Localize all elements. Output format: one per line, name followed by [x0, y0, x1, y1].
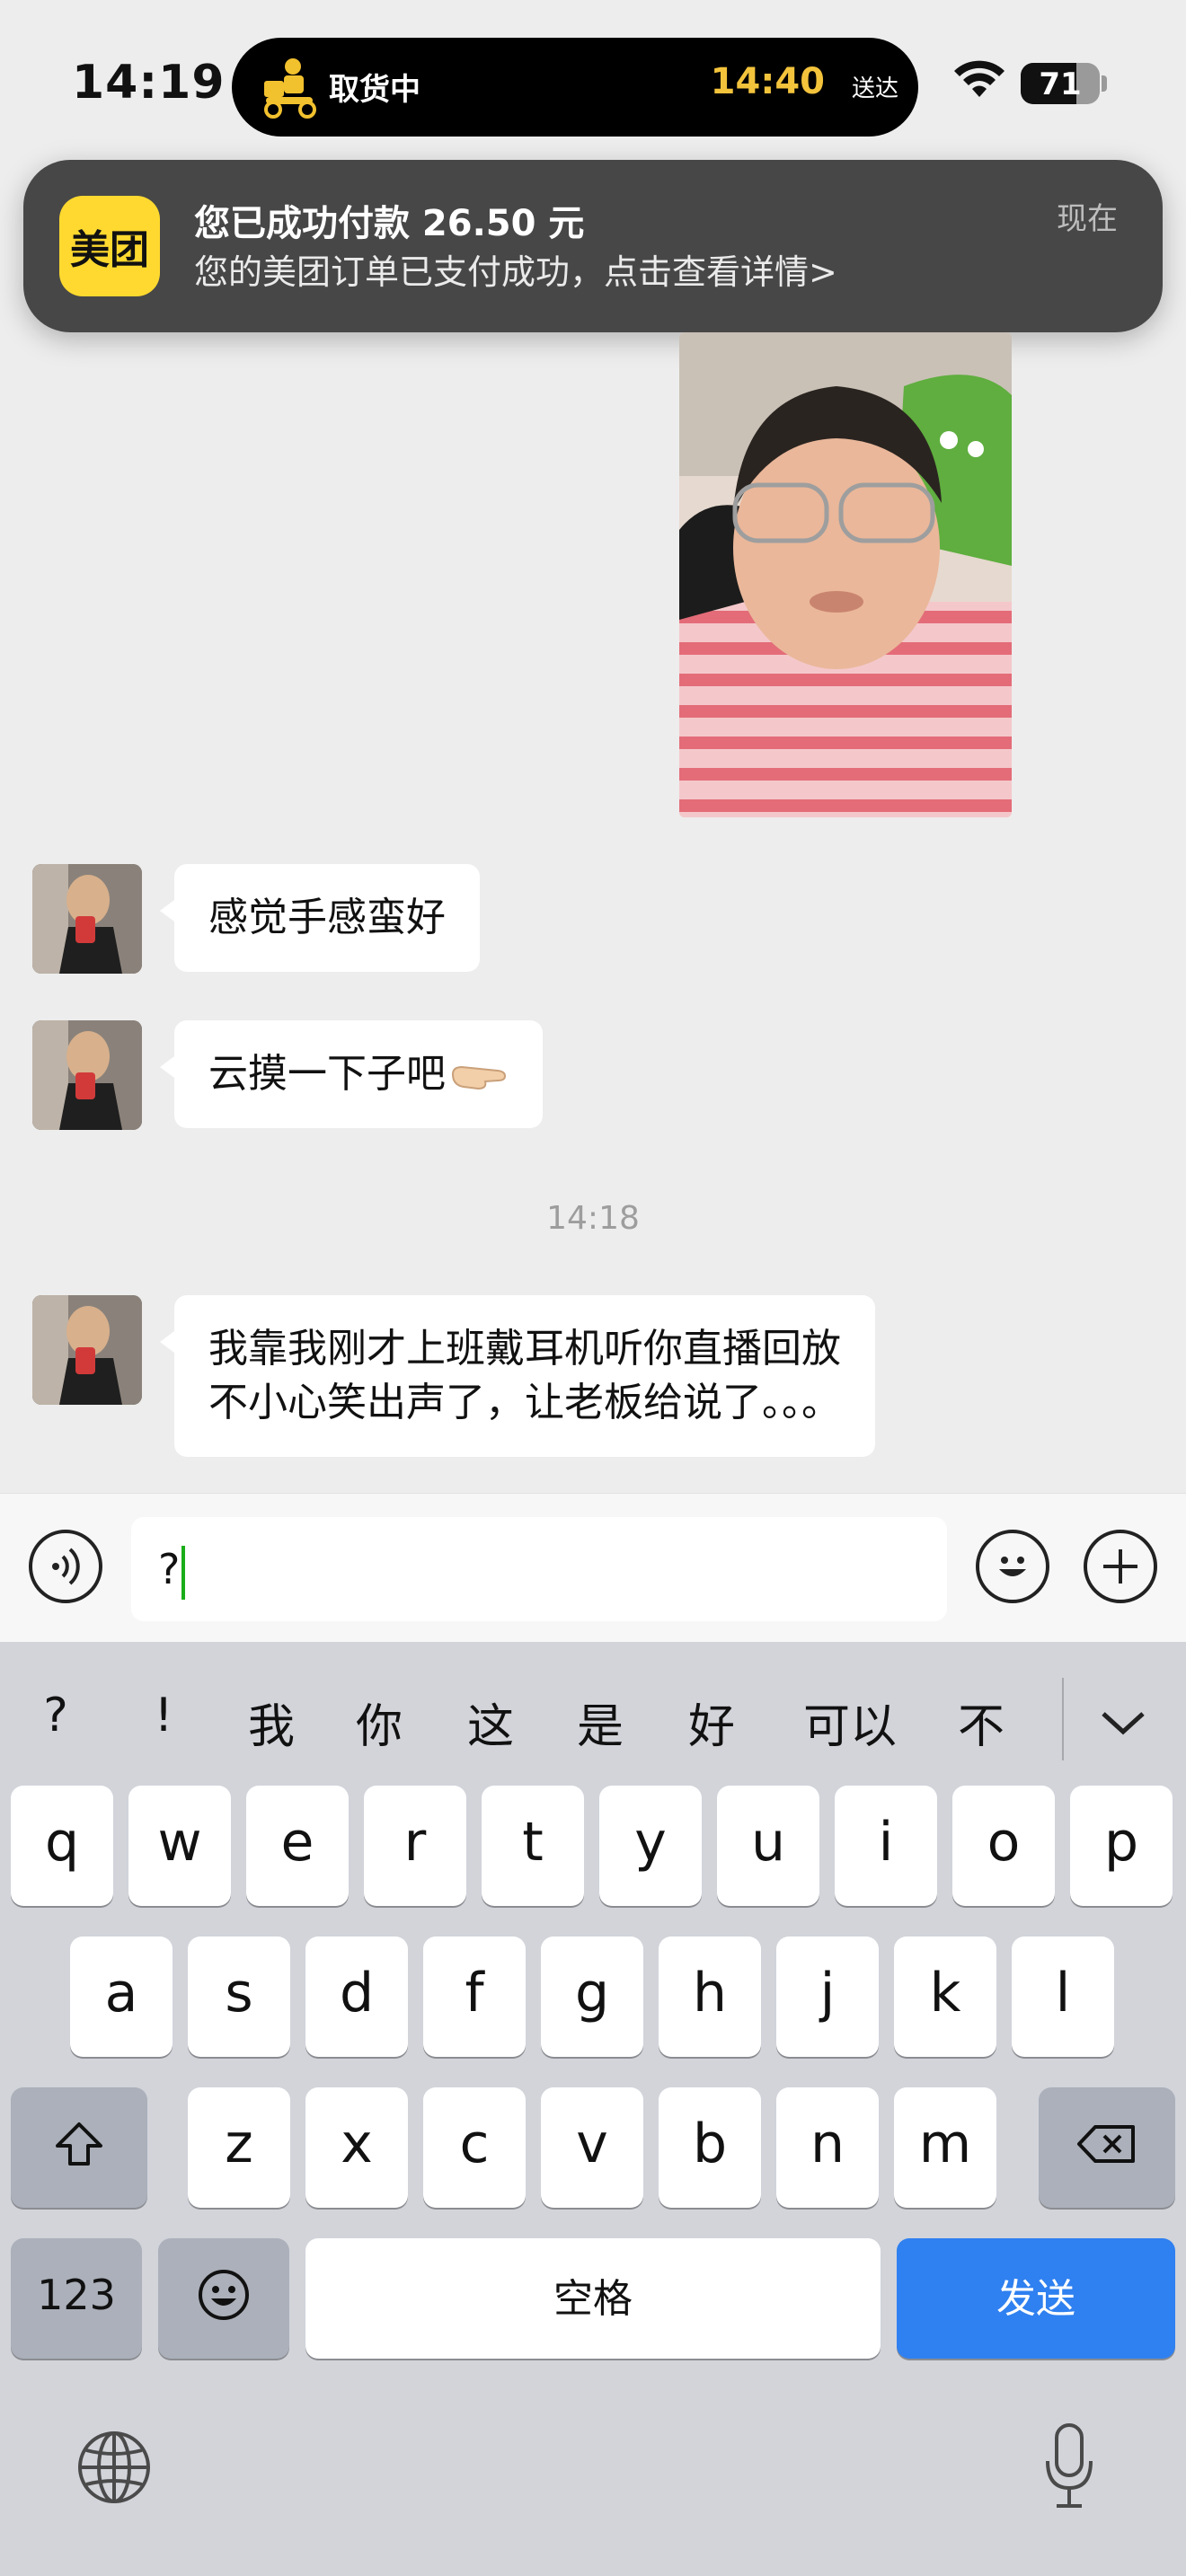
- contact-avatar[interactable]: [32, 1295, 142, 1405]
- shift-key[interactable]: [11, 2087, 147, 2208]
- key-k[interactable]: k: [894, 1936, 996, 2057]
- key-n[interactable]: n: [776, 2087, 879, 2208]
- dynamic-island-live-activity[interactable]: 取货中 14:40 送达: [232, 38, 918, 137]
- message-input[interactable]: ?: [131, 1517, 947, 1621]
- battery-icon: 71: [1021, 63, 1100, 104]
- more-actions-button[interactable]: [1084, 1530, 1157, 1603]
- incoming-message-bubble[interactable]: 感觉手感蛮好: [160, 864, 480, 972]
- delivery-rider-icon: [264, 58, 316, 119]
- meituan-app-icon: 美团: [59, 196, 160, 296]
- live-activity-eta-suffix: 送达: [851, 75, 898, 102]
- key-x[interactable]: x: [305, 2087, 408, 2208]
- incoming-message-bubble[interactable]: 云摸一下子吧: [160, 1020, 543, 1128]
- text-cursor: [181, 1545, 186, 1600]
- live-activity-eta: 14:40: [710, 61, 825, 102]
- key-g[interactable]: g: [541, 1936, 643, 2057]
- key-w[interactable]: w: [128, 1786, 231, 1906]
- key-b[interactable]: b: [659, 2087, 761, 2208]
- live-activity-status: 取货中: [329, 72, 420, 108]
- key-c[interactable]: c: [423, 2087, 526, 2208]
- smiley-face-icon: [999, 1557, 1026, 1576]
- message-input-value: ?: [158, 1545, 181, 1593]
- key-p[interactable]: p: [1070, 1786, 1173, 1906]
- notification-time: 现在: [1057, 201, 1118, 237]
- key-d[interactable]: d: [305, 1936, 408, 2057]
- candidate-word[interactable]: 这: [455, 1689, 527, 1756]
- status-bar: 14:19 取货中 14:40 送达 71: [0, 0, 1186, 162]
- candidate-word[interactable]: !: [128, 1689, 199, 1742]
- key-a[interactable]: a: [70, 1936, 173, 2057]
- key-q[interactable]: q: [11, 1786, 113, 1906]
- message-text-line: 不小心笑出声了，让老板给说了。。。: [208, 1380, 841, 1425]
- candidate-word[interactable]: 可以: [787, 1689, 913, 1756]
- key-l[interactable]: l: [1012, 1936, 1114, 2057]
- globe-icon[interactable]: [74, 2427, 155, 2508]
- message-text-line: 我靠我刚才上班戴耳机听你直播回放: [208, 1326, 841, 1372]
- candidate-word[interactable]: 好: [676, 1689, 748, 1756]
- battery-level: 71: [1039, 66, 1082, 102]
- wifi-icon: [954, 60, 1005, 97]
- candidate-word[interactable]: 是: [564, 1689, 636, 1756]
- key-e[interactable]: e: [246, 1786, 349, 1906]
- key-t[interactable]: t: [482, 1786, 584, 1906]
- send-key[interactable]: 发送: [897, 2238, 1175, 2359]
- chat-timestamp: 14:18: [546, 1200, 640, 1237]
- key-f[interactable]: f: [423, 1936, 526, 2057]
- avatar-image: [32, 864, 142, 974]
- voice-input-button[interactable]: [29, 1530, 102, 1603]
- keyboard: ? ! 我 你 这 是 好 可以 不 q w e r t y u i o p a…: [0, 1642, 1186, 2576]
- avatar-image: [32, 1295, 142, 1405]
- candidate-divider: [1062, 1678, 1064, 1760]
- sent-photo[interactable]: [679, 332, 1012, 817]
- key-y[interactable]: y: [599, 1786, 702, 1906]
- voice-wave-icon: [52, 1548, 80, 1585]
- key-s[interactable]: s: [188, 1936, 290, 2057]
- key-u[interactable]: u: [717, 1786, 819, 1906]
- key-m[interactable]: m: [894, 2087, 996, 2208]
- key-h[interactable]: h: [659, 1936, 761, 2057]
- backspace-key[interactable]: [1039, 2087, 1175, 2208]
- candidate-word[interactable]: ?: [20, 1689, 92, 1742]
- key-i[interactable]: i: [835, 1786, 937, 1906]
- plus-icon: [1103, 1549, 1137, 1584]
- smiley-face-icon: [199, 2270, 249, 2320]
- numbers-key[interactable]: 123: [11, 2238, 142, 2359]
- contact-avatar[interactable]: [32, 864, 142, 974]
- chevron-down-icon[interactable]: [1098, 1708, 1148, 1737]
- payment-notification[interactable]: 美团 您已成功付款 26.50 元 您的美团订单已支付成功，点击查看详情> 现在: [23, 160, 1163, 332]
- message-text: 感觉手感蛮好: [208, 895, 446, 940]
- incoming-message-bubble[interactable]: 我靠我刚才上班戴耳机听你直播回放 不小心笑出声了，让老板给说了。。。: [160, 1295, 875, 1457]
- battery-cap: [1102, 75, 1107, 92]
- backspace-icon: [1077, 2125, 1135, 2163]
- candidate-word[interactable]: 不: [945, 1689, 1017, 1756]
- candidate-word[interactable]: 我: [235, 1689, 307, 1756]
- space-key[interactable]: 空格: [305, 2238, 881, 2359]
- notification-title: 您已成功付款 26.50 元: [194, 203, 585, 244]
- emoji-keyboard-key[interactable]: [158, 2238, 289, 2359]
- avatar-image: [32, 1020, 142, 1130]
- emoji-button[interactable]: [976, 1530, 1049, 1603]
- key-v[interactable]: v: [541, 2087, 643, 2208]
- candidate-bar: ? ! 我 你 这 是 好 可以 不: [0, 1642, 1186, 1795]
- candidate-word[interactable]: 你: [343, 1689, 415, 1756]
- microphone-icon[interactable]: [1042, 2422, 1096, 2511]
- photo-image: [679, 332, 1012, 817]
- pointing-hand-emoji-icon: [451, 1065, 507, 1090]
- message-text: 云摸一下子吧: [208, 1051, 446, 1097]
- shift-arrow-icon: [56, 2122, 102, 2166]
- message-input-bar: ?: [0, 1493, 1186, 1642]
- key-z[interactable]: z: [188, 2087, 290, 2208]
- status-time: 14:19: [72, 56, 226, 110]
- notification-body: 您的美团订单已支付成功，点击查看详情>: [194, 252, 837, 292]
- key-o[interactable]: o: [952, 1786, 1055, 1906]
- key-r[interactable]: r: [364, 1786, 466, 1906]
- contact-avatar[interactable]: [32, 1020, 142, 1130]
- key-j[interactable]: j: [776, 1936, 879, 2057]
